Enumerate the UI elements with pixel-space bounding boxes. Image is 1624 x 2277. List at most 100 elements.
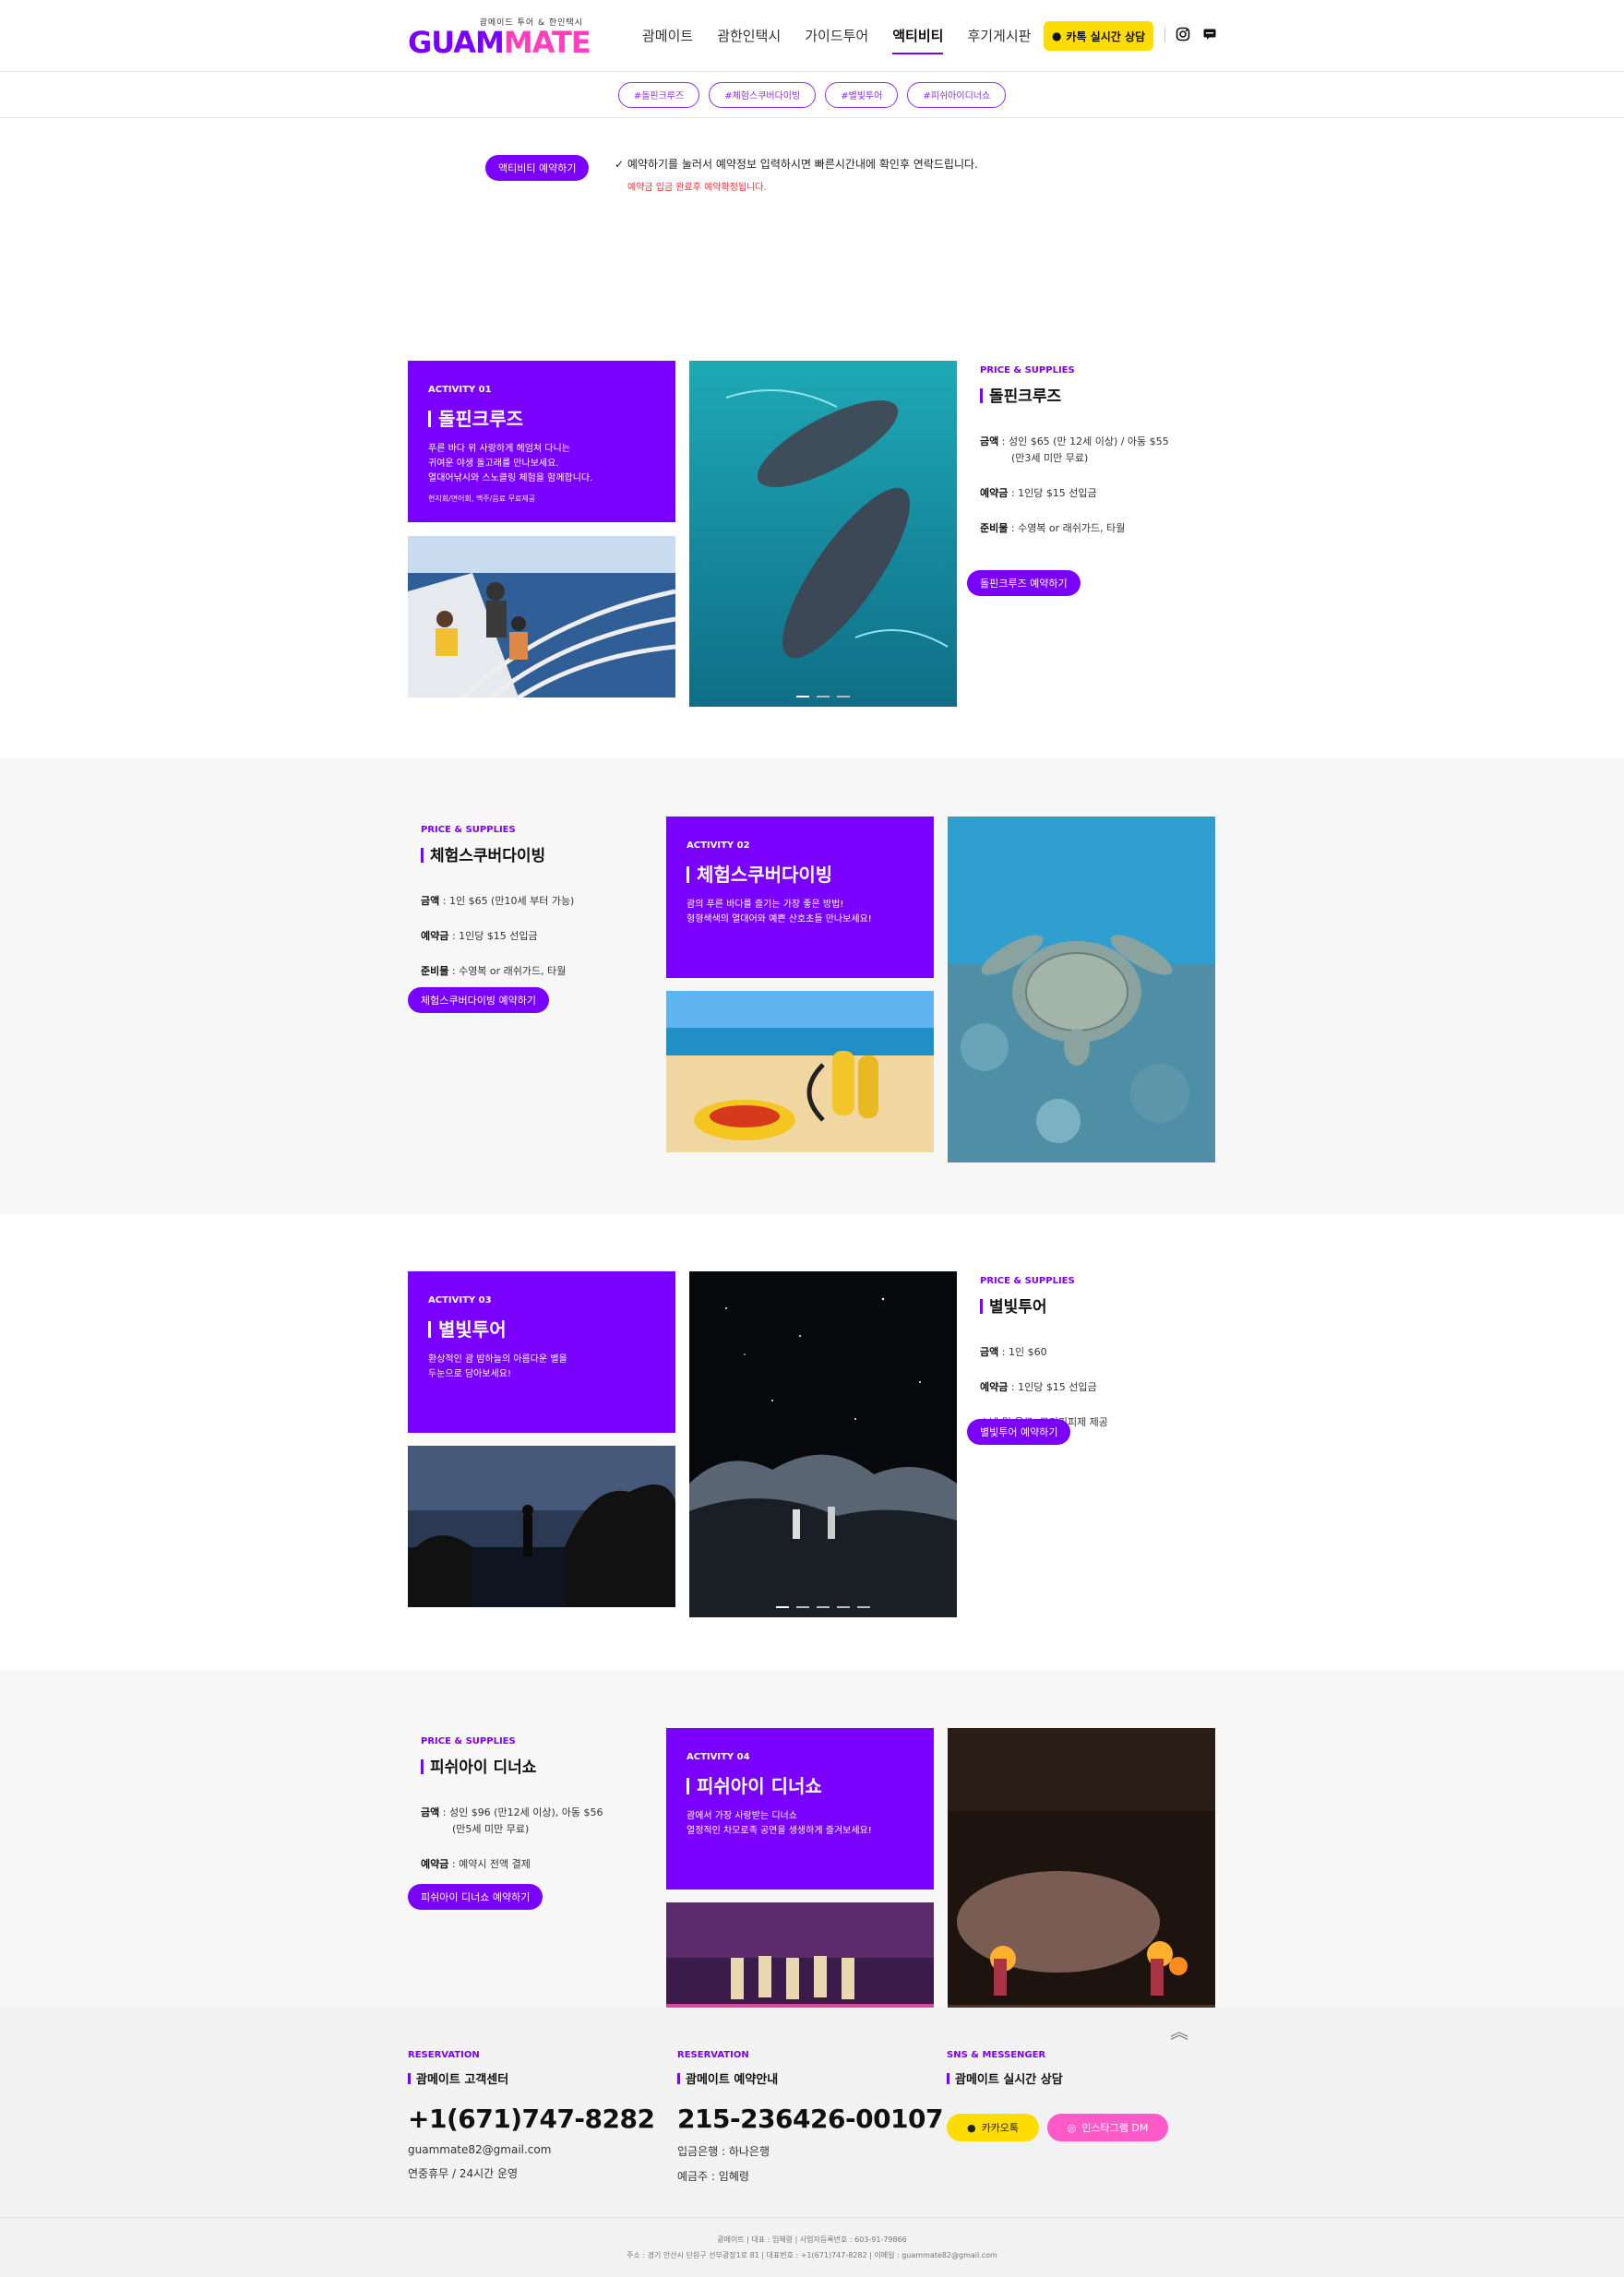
scuba-gear-photo	[666, 991, 934, 1152]
divider	[1164, 28, 1165, 42]
deposit-row: 예약금 : 1인당 $15 선입금	[421, 930, 538, 942]
price-info: PRICE & SUPPLIES 피쉬아이 디너쇼 금액 : 성인 $96 (만…	[421, 1736, 661, 1891]
activity-title: 돌핀크루즈	[428, 404, 655, 431]
footer-kicker: RESERVATION	[408, 2050, 480, 2060]
company-info: 괌메이트 | 대표 : 임혜령 | 사업자등록번호 : 603-91-79866…	[0, 2217, 1624, 2277]
footer-title: 괌메이트 예약안내	[677, 2069, 943, 2087]
email[interactable]: guammate82@gmail.com	[408, 2143, 654, 2156]
phone-number[interactable]: +1(671)747-8282	[408, 2104, 655, 2134]
bank-name: 입금은행 : 하나은행	[677, 2145, 770, 2158]
starry-sky-photo	[689, 1271, 957, 1617]
price-title: 체험스쿠버다이빙	[421, 842, 661, 865]
address-line: 주소 : 경기 안산시 단원구 선부광장1로 81 | 대표번호 : +1(67…	[627, 2251, 997, 2259]
footer-kicker: SNS & MESSENGER	[947, 2050, 1046, 2060]
price-row: 금액 : 1인 $60	[980, 1346, 1047, 1358]
nav-activity[interactable]: 액티비티	[892, 26, 944, 54]
activity-card: ACTIVITY 02 체험스쿠버다이빙 괌의 푸른 바다를 즐기는 가장 좋은…	[666, 817, 934, 978]
activity-tag-bar: #돌핀크루즈 #체험스쿠버다이빙 #별빛투어 #피쉬아이디너쇼	[0, 72, 1624, 118]
activity-title: 별빛투어	[428, 1315, 655, 1341]
dinnershow-book-button[interactable]: 피쉬아이 디너쇼 예약하기	[408, 1884, 543, 1910]
activity-title: 피쉬아이 디너쇼	[687, 1771, 914, 1798]
carousel-dots[interactable]	[689, 1606, 957, 1608]
nav-reviews[interactable]: 후기게시판	[967, 26, 1031, 54]
notice-text: ✓ 예약하기를 눌러서 예약정보 입력하시면 빠른시간내에 확인후 연락드립니다…	[615, 158, 978, 171]
price-info: PRICE & SUPPLIES 돌핀크루즈 금액 : 성인 $65 (만 12…	[980, 365, 1220, 555]
chat-bubble-icon: ●	[966, 2121, 976, 2134]
activity-note: 현지회/면어회, 맥주/음료 무료제공	[428, 495, 536, 503]
activity-desc: 괌에서 가장 사랑받는 디너쇼 열정적인 차모로족 공연을 생생하게 즐겨보세요!	[687, 1811, 872, 1836]
kakao-chat-button[interactable]: ● 카톡 실시간 상담	[1044, 21, 1153, 51]
carousel-dots[interactable]	[689, 696, 957, 697]
activity-title: 체험스쿠버다이빙	[687, 860, 914, 887]
dolphin-photo	[689, 361, 957, 707]
kakao-chat-label: 카톡 실시간 상담	[1066, 30, 1146, 43]
customer-center: RESERVATION 괌메이트 고객센터 +1(671)747-8282 gu…	[408, 2050, 655, 2190]
activity-kicker: ACTIVITY 01	[428, 385, 492, 395]
nav-guammate[interactable]: 괌메이트	[642, 26, 693, 54]
deposit-row: 예약금 : 예약시 전액 결제	[421, 1858, 531, 1870]
tag-dolphin[interactable]: #돌핀크루즈	[617, 81, 700, 108]
section-dolphin-cruise: ACTIVITY 01 돌핀크루즈 푸른 바다 위 사랑하게 헤엄쳐 다니는 귀여…	[0, 241, 1624, 758]
activity-desc: 괌의 푸른 바다를 즐기는 가장 좋은 방법! 형형색색의 열대어와 예쁜 산호초…	[687, 900, 872, 924]
nav-guide-tour[interactable]: 가이드투어	[805, 26, 868, 54]
scroll-top-icon[interactable]: ︽	[1170, 2017, 1188, 2044]
account-number: 215-236426-00107	[677, 2104, 944, 2134]
price-info: PRICE & SUPPLIES 체험스쿠버다이빙 금액 : 1인 $65 (만…	[421, 825, 661, 998]
account-holder: 예금주 : 임혜령	[677, 2170, 749, 2183]
price-kicker: PRICE & SUPPLIES	[980, 1276, 1075, 1286]
activity-card: ACTIVITY 01 돌핀크루즈 푸른 바다 위 사랑하게 헤엄쳐 다니는 귀여…	[408, 361, 675, 522]
price-title: 별빛투어	[980, 1293, 1220, 1317]
footer-title: 괌메이트 고객센터	[408, 2069, 654, 2087]
chat-bubble-icon: ●	[1051, 30, 1062, 42]
dolphin-book-button[interactable]: 돌핀크루즈 예약하기	[967, 570, 1081, 596]
kakaotalk-button[interactable]: ● 카카오톡	[947, 2114, 1039, 2141]
reservation-info: RESERVATION 괌메이트 예약안내 215-236426-00107 입…	[677, 2050, 944, 2193]
price-title: 돌핀크루즈	[980, 383, 1220, 406]
price-kicker: PRICE & SUPPLIES	[421, 825, 516, 835]
tag-scuba[interactable]: #체험스쿠버다이빙	[709, 81, 817, 108]
company-line: 괌메이트 | 대표 : 임혜령 | 사업자등록번호 : 603-91-79866	[717, 2235, 907, 2244]
main-nav: 괌메이트 괌한인택시 가이드투어 액티비티 후기게시판	[642, 26, 1055, 54]
instagram-dm-button[interactable]: ◎ 인스타그램 DM	[1047, 2114, 1168, 2141]
price-row: 금액 : 성인 $65 (만 12세 이상) / 아동 $55 (만3세 미만 무…	[980, 435, 1169, 464]
logo-wordmark: GUAMMATE	[408, 25, 591, 60]
instagram-icon[interactable]	[1175, 27, 1191, 43]
price-title: 피쉬아이 디너쇼	[421, 1754, 661, 1777]
footer-title: 괌메이트 실시간 상담	[947, 2069, 1063, 2087]
nav-taxi[interactable]: 괌한인택시	[717, 26, 781, 54]
price-row: 금액 : 성인 $96 (만12세 이상), 아동 $56 (만5세 미만 무료)	[421, 1806, 603, 1835]
section-starlight: ACTIVITY 03 별빛투어 환상적인 괌 밤하늘의 아름다운 별을 두눈으로…	[0, 1214, 1624, 1670]
site-header: 괌메이드 투어 & 한인택시 GUAMMATE 괌메이트 괌한인택시 가이드투어…	[0, 0, 1624, 72]
activity-desc: 푸른 바다 위 사랑하게 헤엄쳐 다니는 귀여운 야생 돌고래를 만나보세요. 열대…	[428, 444, 593, 483]
price-kicker: PRICE & SUPPLIES	[980, 365, 1075, 376]
activity-booking-button[interactable]: 액티비티 예약하기	[485, 155, 590, 181]
starlight-book-button[interactable]: 별빛투어 예약하기	[967, 1419, 1071, 1445]
supplies-row: 준비물 : 수영복 or 래쉬가드, 타월	[980, 522, 1126, 534]
tag-starlight[interactable]: #별빛투어	[825, 81, 899, 108]
footer-kicker: RESERVATION	[677, 2050, 749, 2060]
hours: 연중휴무 / 24시간 운영	[408, 2167, 519, 2180]
scuba-book-button[interactable]: 체험스쿠버다이빙 예약하기	[408, 987, 549, 1013]
instagram-icon: ◎	[1067, 2121, 1077, 2134]
price-kicker: PRICE & SUPPLIES	[421, 1736, 516, 1746]
activity-card: ACTIVITY 04 피쉬아이 디너쇼 괌에서 가장 사랑받는 디너쇼 열정적인…	[666, 1728, 934, 1890]
sns-messenger: SNS & MESSENGER 괌메이트 실시간 상담	[947, 2050, 1063, 2104]
logo[interactable]: 괌메이드 투어 & 한인택시 GUAMMATE	[408, 18, 591, 60]
price-row: 금액 : 1인 $65 (만10세 부터 가능)	[421, 895, 575, 907]
section-scuba: PRICE & SUPPLIES 체험스쿠버다이빙 금액 : 1인 $65 (만…	[0, 758, 1624, 1214]
deposit-row: 예약금 : 1인당 $15 선입금	[980, 487, 1097, 499]
activity-kicker: ACTIVITY 02	[687, 840, 750, 851]
supplies-row: 준비물 : 수영복 or 래쉬가드, 타월	[421, 965, 567, 977]
boat-photo	[408, 536, 675, 697]
deposit-row: 예약금 : 1인당 $15 선입금	[980, 1381, 1097, 1393]
sea-turtle-photo	[948, 817, 1215, 1162]
booking-notice: 액티비티 예약하기 ✓ 예약하기를 눌러서 예약정보 입력하시면 빠른시간내에 …	[0, 118, 1624, 241]
notice-warning: 예약금 입금 완료후 예약확정됩니다.	[627, 183, 767, 193]
tag-dinnershow[interactable]: #피쉬아이디너쇼	[907, 81, 1007, 108]
night-silhouette-photo	[408, 1446, 675, 1607]
chat-icon[interactable]	[1201, 27, 1218, 43]
activity-kicker: ACTIVITY 04	[687, 1752, 750, 1762]
activity-kicker: ACTIVITY 03	[428, 1295, 492, 1305]
activity-desc: 환상적인 괌 밤하늘의 아름다운 별을 두눈으로 담아보세요!	[428, 1354, 567, 1379]
activity-card: ACTIVITY 03 별빛투어 환상적인 괌 밤하늘의 아름다운 별을 두눈으로…	[408, 1271, 675, 1433]
